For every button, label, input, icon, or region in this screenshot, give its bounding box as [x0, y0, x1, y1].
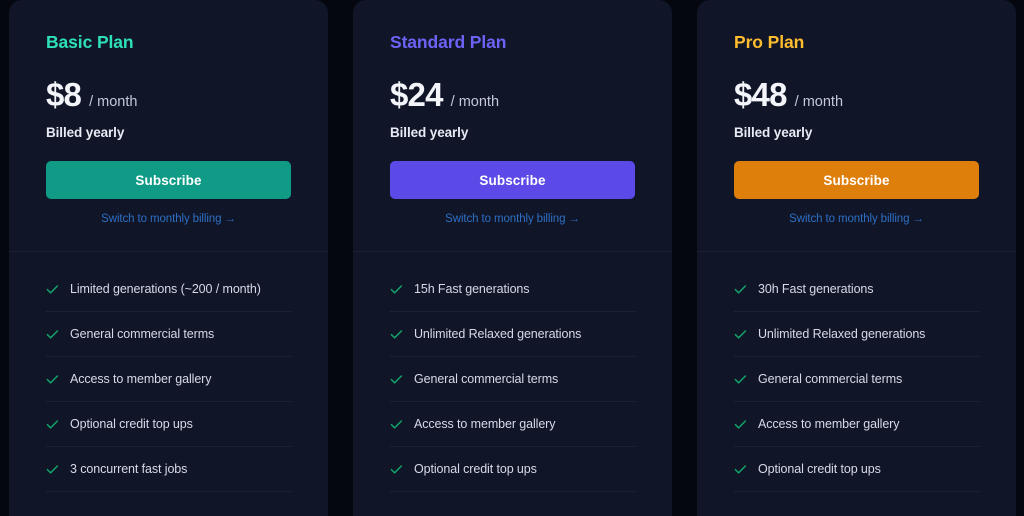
- billing-note: Billed yearly: [734, 125, 813, 141]
- feature-item: 15h Fast generations: [390, 267, 635, 313]
- arrow-right-icon: →: [224, 213, 236, 226]
- plan-card-header: Basic Plan $8 / month Billed yearly Subscrib…: [9, 0, 328, 253]
- feature-label: Optional credit top ups: [70, 416, 193, 431]
- feature-label: 3 concurrent fast jobs: [70, 461, 188, 476]
- check-icon: [46, 418, 59, 431]
- price-amount: $8: [46, 76, 82, 114]
- feature-item: General commercial terms: [390, 357, 635, 403]
- plan-card: Basic Plan $8 / month Billed yearly Subscrib…: [9, 0, 328, 516]
- features-spacer: [697, 252, 1016, 267]
- feature-item: General commercial terms: [46, 312, 291, 358]
- billing-note: Billed yearly: [46, 125, 125, 141]
- feature-item: General commercial terms: [734, 357, 979, 403]
- check-icon: [390, 328, 403, 341]
- price-row: $24 / month: [390, 78, 635, 111]
- plan-card-header: Pro Plan $48 / month Billed yearly Subscribe…: [697, 0, 1016, 253]
- pricing-plans-grid: Basic Plan $8 / month Billed yearly Subscrib…: [0, 0, 1024, 516]
- feature-label: Access to member gallery: [70, 371, 212, 386]
- feature-item: Access to member gallery: [46, 357, 291, 403]
- price-amount: $24: [390, 76, 443, 114]
- feature-label: Access to member gallery: [758, 416, 900, 431]
- check-icon: [390, 418, 403, 431]
- features-spacer: [353, 252, 672, 267]
- billing-note: Billed yearly: [390, 125, 469, 141]
- arrow-right-icon: →: [912, 213, 924, 226]
- feature-label: 30h Fast generations: [758, 281, 874, 296]
- check-icon: [390, 373, 403, 386]
- check-icon: [390, 463, 403, 476]
- check-icon: [734, 373, 747, 386]
- price-period: / month: [89, 94, 138, 111]
- subscribe-button[interactable]: Subscribe: [390, 161, 635, 200]
- features-spacer: [9, 252, 328, 267]
- price-row: $8 / month: [46, 78, 291, 111]
- feature-label: Access to member gallery: [414, 416, 556, 431]
- check-icon: [734, 463, 747, 476]
- price-amount: $48: [734, 76, 787, 114]
- feature-item: Access to member gallery: [734, 402, 979, 448]
- feature-item: Limited generations (~200 / month): [46, 267, 291, 313]
- price-period: / month: [794, 94, 844, 111]
- check-icon: [734, 418, 747, 431]
- feature-item: 30h Fast generations: [734, 267, 979, 313]
- feature-label: Limited generations (~200 / month): [70, 281, 261, 296]
- check-icon: [46, 283, 59, 296]
- arrow-right-icon: →: [568, 213, 580, 226]
- feature-item: 3 concurrent fast jobs: [46, 447, 291, 493]
- check-icon: [734, 283, 747, 296]
- feature-item: Access to member gallery: [390, 402, 635, 448]
- plan-title: Basic Plan: [46, 32, 134, 52]
- price-period: / month: [450, 94, 500, 111]
- feature-label: Optional credit top ups: [414, 461, 537, 476]
- plan-card-header: Standard Plan $24 / month Billed yearly Subs…: [353, 0, 672, 253]
- check-icon: [46, 463, 59, 476]
- check-icon: [734, 328, 747, 341]
- check-icon: [46, 373, 59, 386]
- feature-label: Unlimited Relaxed generations: [414, 326, 582, 341]
- feature-item: Optional credit top ups: [734, 447, 979, 493]
- switch-billing-link[interactable]: Switch to monthly billing →: [734, 213, 979, 225]
- feature-label: Unlimited Relaxed generations: [758, 326, 926, 341]
- feature-label: Optional credit top ups: [758, 461, 881, 476]
- feature-item: Optional credit top ups: [390, 447, 635, 493]
- check-icon: [390, 283, 403, 296]
- switch-billing-label: Switch to monthly billing: [789, 213, 910, 226]
- feature-label: 15h Fast generations: [414, 281, 530, 296]
- feature-list: Limited generations (~200 / month) Genera…: [9, 267, 328, 516]
- switch-billing-link[interactable]: Switch to monthly billing →: [46, 213, 291, 225]
- check-icon: [46, 328, 59, 341]
- switch-billing-label: Switch to monthly billing: [101, 213, 222, 226]
- switch-billing-label: Switch to monthly billing: [445, 213, 566, 226]
- price-row: $48 / month: [734, 78, 979, 111]
- plan-card: Standard Plan $24 / month Billed yearly Subs…: [353, 0, 672, 516]
- plan-card: Pro Plan $48 / month Billed yearly Subscribe…: [697, 0, 1016, 516]
- subscribe-button[interactable]: Subscribe: [734, 161, 979, 200]
- feature-label: General commercial terms: [414, 371, 559, 386]
- subscribe-button[interactable]: Subscribe: [46, 161, 291, 200]
- plan-title: Pro Plan: [734, 32, 805, 52]
- feature-list: 15h Fast generations Unlimited Relaxed ge…: [353, 267, 672, 516]
- plan-title: Standard Plan: [390, 32, 507, 52]
- feature-item: Optional credit top ups: [46, 402, 291, 448]
- feature-list: 30h Fast generations Unlimited Relaxed ge…: [697, 267, 1016, 516]
- feature-label: General commercial terms: [758, 371, 903, 386]
- feature-item: Unlimited Relaxed generations: [390, 312, 635, 358]
- feature-label: General commercial terms: [70, 326, 215, 341]
- feature-item: Unlimited Relaxed generations: [734, 312, 979, 358]
- switch-billing-link[interactable]: Switch to monthly billing →: [390, 213, 635, 225]
